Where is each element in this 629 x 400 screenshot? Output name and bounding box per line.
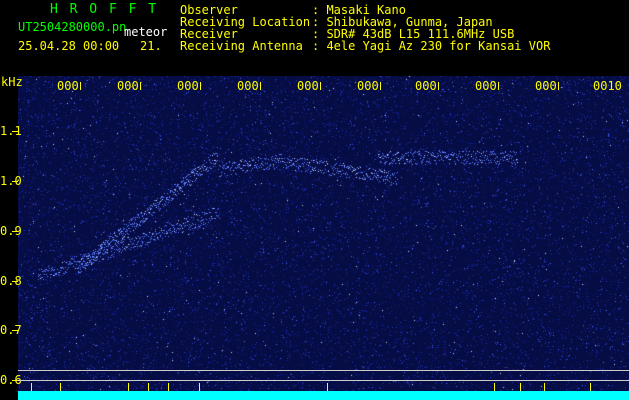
- y-tick-mark: [12, 131, 18, 132]
- antenna-value: : 4ele Yagi Az 230 for Kansai VOR: [312, 39, 551, 53]
- y-axis-unit: kHz: [1, 75, 23, 89]
- spectrogram-canvas: [18, 76, 629, 400]
- reference-line: [18, 370, 629, 371]
- meteor-label: meteor: [124, 25, 168, 39]
- time-column-label: 000: [297, 79, 319, 93]
- y-tick-label: 0.8: [0, 274, 22, 288]
- time-column-mark: [140, 82, 141, 90]
- y-tick-mark: [12, 330, 18, 331]
- time-column-mark: [80, 82, 81, 90]
- time-column-mark: [558, 82, 559, 90]
- time-column-mark: [320, 82, 321, 90]
- meteor-count: 21.: [140, 39, 162, 53]
- signal-level-bar: [18, 391, 629, 400]
- time-column-label: 000: [57, 79, 79, 93]
- spectrogram-area: [18, 76, 629, 400]
- filename-label: UT2504280000.pn: [18, 20, 127, 34]
- time-column-label: 000: [117, 79, 139, 93]
- datetime-label: 25.04.28 00:00: [18, 39, 120, 53]
- antenna-label: Receiving Antenna: [180, 39, 303, 53]
- time-column-mark: [438, 82, 439, 90]
- time-column-label: 000: [535, 79, 557, 93]
- y-tick-label: 0.7: [0, 323, 22, 337]
- time-column-mark: [498, 82, 499, 90]
- y-tick-mark: [12, 281, 18, 282]
- time-column-mark: [380, 82, 381, 90]
- y-tick-mark: [12, 181, 18, 182]
- reference-line: [18, 380, 629, 381]
- y-tick-label: 0.9: [0, 224, 22, 238]
- time-column-label: 000: [415, 79, 437, 93]
- time-column-mark: [260, 82, 261, 90]
- time-column-label: 0010: [593, 79, 622, 93]
- time-column-label: 000: [177, 79, 199, 93]
- app-title: H R O F F T: [50, 2, 159, 17]
- time-column-label: 000: [357, 79, 379, 93]
- time-column-mark: [200, 82, 201, 90]
- time-column-label: 000: [237, 79, 259, 93]
- time-column-label: 000: [475, 79, 497, 93]
- hrofft-window: H R O F F T UT2504280000.pn meteor 25.04…: [0, 0, 629, 400]
- y-tick-label: 1.1: [0, 124, 22, 138]
- y-tick-label: 1.0: [0, 174, 22, 188]
- y-tick-mark: [12, 231, 18, 232]
